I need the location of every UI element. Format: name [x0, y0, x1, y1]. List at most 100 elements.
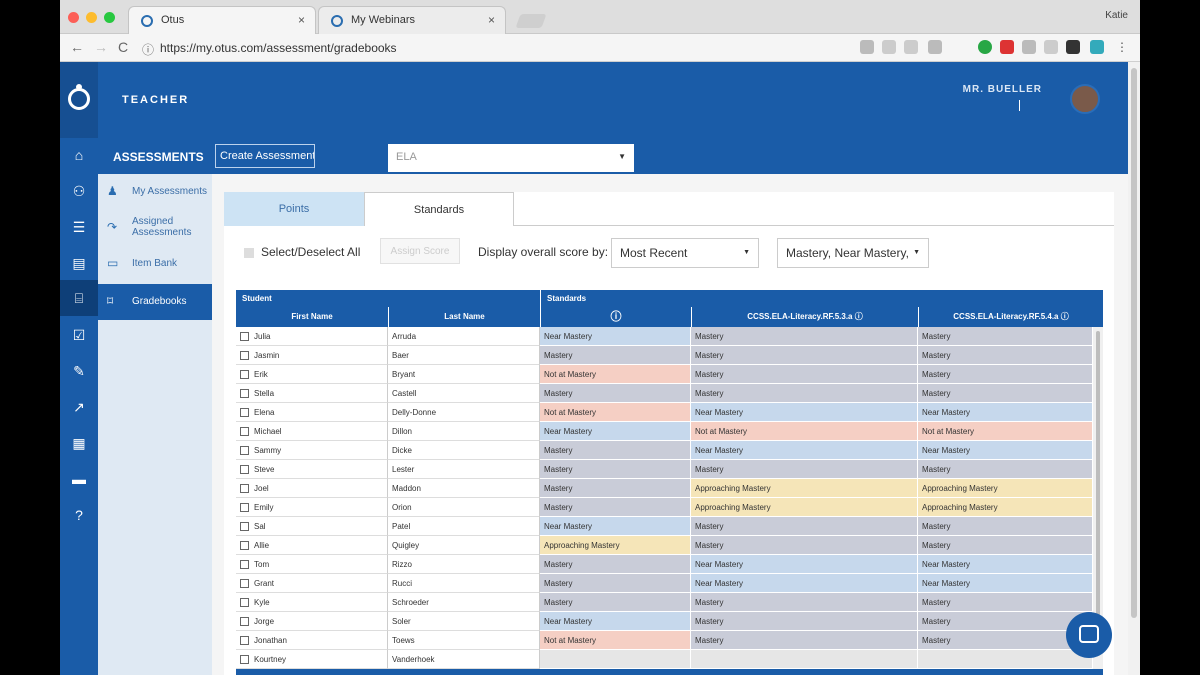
browser-tab-webinars[interactable]: My Webinars × [318, 6, 506, 34]
first-name-cell[interactable]: Tom [236, 555, 388, 574]
first-name-cell[interactable]: Jonathan [236, 631, 388, 650]
url-field[interactable]: https://my.otus.com/assessment/gradebook… [160, 41, 397, 55]
row-checkbox[interactable] [240, 484, 249, 494]
book-icon[interactable]: ▤ [70, 254, 88, 272]
first-name-cell[interactable]: Emily [236, 498, 388, 517]
standard-1-score-cell[interactable]: Mastery [691, 612, 918, 631]
first-name-cell[interactable]: Kourtney [236, 650, 388, 669]
calendar-icon[interactable]: ▦ [70, 434, 88, 452]
standard-1-score-cell[interactable]: Mastery [691, 460, 918, 479]
standard-1-score-cell[interactable]: Mastery [691, 346, 918, 365]
extension-red-icon[interactable] [1000, 40, 1014, 54]
menu-kebab-icon[interactable]: ⋮ [1116, 40, 1130, 54]
last-name-cell[interactable]: Lester [388, 460, 540, 479]
first-name-cell[interactable]: Sammy [236, 441, 388, 460]
standard-1-score-cell[interactable]: Mastery [691, 631, 918, 650]
overall-score-cell[interactable]: Mastery [540, 384, 691, 403]
standard-1-score-cell[interactable]: Approaching Mastery [691, 479, 918, 498]
close-tab-icon[interactable]: × [298, 13, 305, 27]
forward-arrow-icon[interactable]: → [94, 39, 108, 55]
maximize-window-button[interactable] [104, 12, 115, 23]
overall-score-cell[interactable]: Not at Mastery [540, 403, 691, 422]
standard-1-score-cell[interactable]: Approaching Mastery [691, 498, 918, 517]
institution-icon[interactable]: ⌸ [60, 280, 98, 316]
last-name-cell[interactable]: Soler [388, 612, 540, 631]
last-name-cell[interactable]: Patel [388, 517, 540, 536]
overall-info-icon[interactable]: ⓘ [540, 307, 691, 327]
row-checkbox[interactable] [240, 351, 249, 361]
grid-scroll-thumb[interactable] [1096, 331, 1100, 651]
pencil-icon[interactable]: ✎ [70, 362, 88, 380]
minimize-window-button[interactable] [86, 12, 97, 23]
overall-score-cell[interactable]: Approaching Mastery [540, 536, 691, 555]
overall-score-cell[interactable]: Mastery [540, 555, 691, 574]
select-all-label[interactable]: Select/Deselect All [261, 245, 360, 259]
standard-2-score-cell[interactable]: Mastery [918, 365, 1093, 384]
chart-icon[interactable]: ↗ [70, 398, 88, 416]
tab-points[interactable]: Points [224, 192, 364, 226]
page-scrollbar[interactable] [1128, 62, 1140, 675]
first-name-cell[interactable]: Allie [236, 536, 388, 555]
last-name-cell[interactable]: Baer [388, 346, 540, 365]
zoom-icon[interactable] [882, 40, 896, 54]
standard-1-score-cell[interactable]: Mastery [691, 365, 918, 384]
last-name-cell[interactable]: Quigley [388, 536, 540, 555]
last-name-cell[interactable]: Orion [388, 498, 540, 517]
first-name-cell[interactable]: Julia [236, 327, 388, 346]
check-icon[interactable]: ☑ [70, 326, 88, 344]
standard-2-score-cell[interactable]: Near Mastery [918, 574, 1093, 593]
score-mode-dropdown[interactable]: Most Recent ▼ [611, 238, 759, 268]
first-name-cell[interactable]: Joel [236, 479, 388, 498]
page-scroll-thumb[interactable] [1131, 68, 1137, 618]
overall-score-cell[interactable]: Mastery [540, 593, 691, 612]
row-checkbox[interactable] [240, 370, 249, 380]
extension-teal-icon[interactable] [1090, 40, 1104, 54]
first-name-cell[interactable]: Stella [236, 384, 388, 403]
overall-score-cell[interactable]: Mastery [540, 346, 691, 365]
standard-2-score-cell[interactable]: Mastery [918, 536, 1093, 555]
row-checkbox[interactable] [240, 522, 249, 532]
profile-name[interactable]: Katie [1105, 10, 1128, 21]
new-tab-button[interactable] [515, 14, 547, 28]
first-name-cell[interactable]: Grant [236, 574, 388, 593]
standard-1-score-cell[interactable]: Not at Mastery [691, 422, 918, 441]
extension-icon[interactable] [1044, 40, 1058, 54]
last-name-cell[interactable]: Rucci [388, 574, 540, 593]
first-name-cell[interactable]: Steve [236, 460, 388, 479]
avatar[interactable] [1070, 84, 1100, 114]
standard-1-score-cell[interactable] [691, 650, 918, 669]
row-checkbox[interactable] [240, 579, 249, 589]
standard-1-score-cell[interactable]: Mastery [691, 536, 918, 555]
row-checkbox[interactable] [240, 332, 249, 342]
row-checkbox[interactable] [240, 598, 249, 608]
first-name-cell[interactable]: Erik [236, 365, 388, 384]
back-arrow-icon[interactable]: ← [70, 39, 84, 55]
tab-standards[interactable]: Standards [364, 192, 514, 226]
first-name-cell[interactable]: Kyle [236, 593, 388, 612]
standard-rf-5-3-a-header[interactable]: CCSS.ELA-Literacy.RF.5.3.a ⓘ [691, 307, 918, 327]
standard-1-score-cell[interactable]: Near Mastery [691, 555, 918, 574]
row-checkbox[interactable] [240, 636, 249, 646]
standard-2-score-cell[interactable]: Near Mastery [918, 441, 1093, 460]
extension-icon[interactable] [1022, 40, 1036, 54]
subnav-item-item-bank[interactable]: ▭ Item Bank [98, 246, 212, 282]
standard-2-score-cell[interactable]: Mastery [918, 517, 1093, 536]
standard-2-score-cell[interactable]: Mastery [918, 460, 1093, 479]
overall-score-cell[interactable]: Mastery [540, 441, 691, 460]
row-checkbox[interactable] [240, 427, 249, 437]
site-info-icon[interactable]: ⓘ [142, 41, 154, 58]
extension-icon[interactable] [860, 40, 874, 54]
standard-1-score-cell[interactable]: Mastery [691, 384, 918, 403]
subnav-item-gradebooks[interactable]: ⌑ Gradebooks [98, 284, 212, 320]
row-checkbox[interactable] [240, 541, 249, 551]
last-name-cell[interactable]: Dicke [388, 441, 540, 460]
standard-2-score-cell[interactable]: Not at Mastery [918, 422, 1093, 441]
standard-2-score-cell[interactable]: Approaching Mastery [918, 479, 1093, 498]
row-checkbox[interactable] [240, 465, 249, 475]
first-name-cell[interactable]: Sal [236, 517, 388, 536]
mastery-filter-dropdown[interactable]: Mastery, Near Mastery, ▼ [777, 238, 929, 268]
standard-2-score-cell[interactable]: Mastery [918, 384, 1093, 403]
browser-tab-otus[interactable]: Otus × [128, 6, 316, 34]
overall-score-cell[interactable]: Mastery [540, 460, 691, 479]
home-icon[interactable]: ⌂ [70, 146, 88, 164]
